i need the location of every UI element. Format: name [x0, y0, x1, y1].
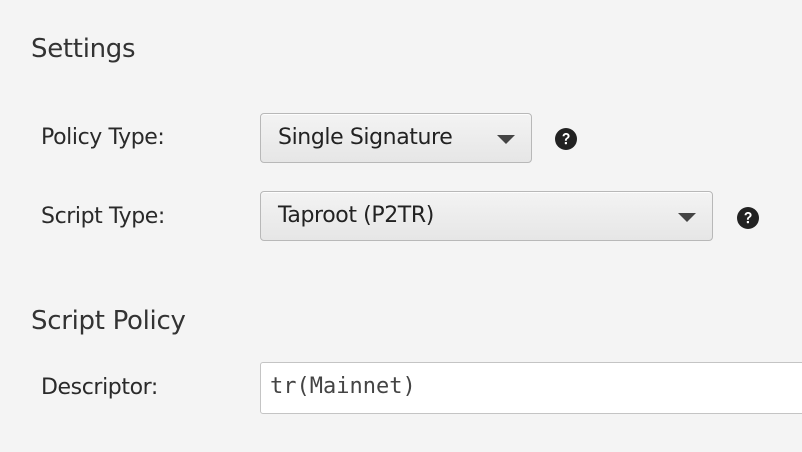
descriptor-label: Descriptor:: [41, 375, 158, 400]
question-circle-icon[interactable]: [737, 207, 759, 229]
policy-type-select[interactable]: Single Signature: [260, 113, 532, 163]
script-type-value: Taproot (P2TR): [278, 203, 434, 228]
script-type-select[interactable]: Taproot (P2TR): [260, 191, 713, 241]
chevron-down-icon: [678, 213, 696, 222]
descriptor-value: tr(Mainnet): [270, 374, 416, 399]
script-policy-section-title: Script Policy: [31, 306, 186, 336]
script-type-label: Script Type:: [41, 204, 165, 229]
settings-section-title: Settings: [31, 34, 136, 64]
question-circle-icon[interactable]: [555, 128, 577, 150]
chevron-down-icon: [497, 135, 515, 144]
policy-type-label: Policy Type:: [41, 125, 165, 150]
descriptor-field[interactable]: tr(Mainnet): [260, 362, 802, 414]
policy-type-value: Single Signature: [278, 125, 453, 150]
